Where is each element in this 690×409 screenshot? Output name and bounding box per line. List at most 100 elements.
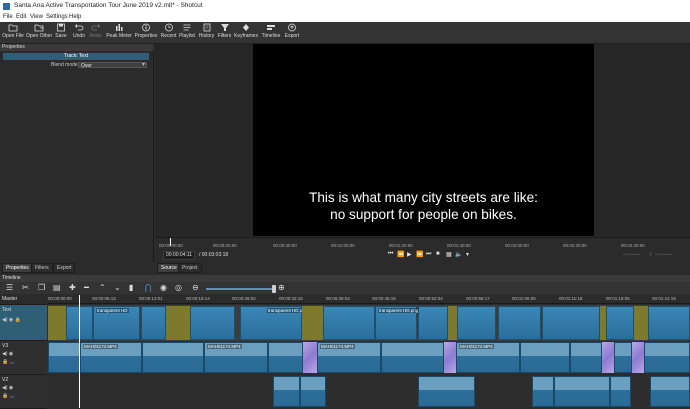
menu-help[interactable]: Help — [69, 14, 81, 20]
undo-button[interactable]: Undo — [71, 23, 87, 42]
blend-mode-select[interactable]: Over — [78, 62, 147, 69]
lift-icon[interactable]: ⌃ — [99, 283, 106, 293]
open-file-button[interactable]: Open File — [2, 23, 24, 42]
keyframes-button[interactable]: Keyframes — [234, 23, 258, 42]
text-clip[interactable]: transparent HD.png — [375, 306, 420, 340]
video-clip[interactable] — [142, 342, 204, 373]
transition[interactable] — [632, 342, 644, 373]
track-lock-icon[interactable]: 🔒 ◡ — [2, 359, 14, 365]
video-clip[interactable] — [532, 376, 554, 407]
menu-file[interactable]: File — [3, 14, 13, 20]
timeline-ruler[interactable]: 00:00:00:00 00:00:06:13 00:00:13:01 00:0… — [48, 295, 690, 304]
append-icon[interactable]: ✚ — [69, 283, 76, 293]
tab-export[interactable]: Export — [53, 263, 76, 273]
menu-view[interactable]: View — [30, 14, 43, 20]
track-mute-hide-lock-icons[interactable]: ◀) ◉ 🔒 — [2, 317, 21, 323]
ruler-tick: 00:00:32:15 — [279, 296, 303, 301]
playlist-button[interactable]: Playlist — [178, 23, 196, 42]
v3-track-header[interactable]: V3 ◀) ◉ 🔒 ◡ — [0, 341, 47, 375]
text-clip[interactable] — [190, 306, 235, 340]
video-clip[interactable] — [300, 376, 326, 407]
text-clip[interactable] — [648, 306, 690, 340]
track-mute-hide-lock-icons[interactable]: ◀) ◉ — [2, 351, 13, 357]
text-clip[interactable] — [606, 306, 634, 340]
history-button[interactable]: History — [198, 23, 215, 42]
tab-filters[interactable]: Filters — [31, 263, 53, 273]
video-clip[interactable] — [554, 376, 610, 407]
transition[interactable] — [303, 342, 317, 373]
zoom-out-icon[interactable]: ⊖ — [192, 283, 199, 293]
export-button[interactable]: Export — [284, 23, 300, 42]
video-clip[interactable]: MAH01174.MP4 — [204, 342, 268, 373]
text-clip[interactable]: transparent HD.png — [240, 306, 309, 340]
play-icon[interactable]: ▶ — [407, 251, 412, 258]
fast-forward-icon[interactable]: ⏩ — [416, 251, 423, 258]
video-clip[interactable]: MAH01174.MP4 — [456, 342, 520, 373]
tab-project[interactable]: Project — [178, 263, 202, 273]
track-mute-hide-lock-icons[interactable]: ◀) ◉ — [2, 385, 13, 391]
text-track-header[interactable]: Text ◀) ◉ 🔒 — [0, 305, 47, 341]
player-playhead[interactable] — [170, 238, 171, 246]
transition[interactable] — [444, 342, 456, 373]
filters-button[interactable]: Filters — [217, 23, 232, 42]
save-button[interactable]: Save — [53, 23, 69, 42]
text-clip[interactable] — [418, 306, 448, 340]
paste-icon[interactable]: ▤ — [53, 283, 61, 293]
text-clip[interactable]: transparent HD — [93, 306, 140, 340]
video-clip[interactable] — [570, 342, 602, 373]
video-clip[interactable] — [650, 376, 690, 407]
skip-previous-icon[interactable]: ⏮ — [388, 251, 393, 258]
timeline-playhead[interactable] — [79, 295, 80, 408]
text-clip[interactable] — [457, 306, 496, 340]
redo-icon — [91, 24, 100, 31]
text-clip[interactable] — [498, 306, 541, 340]
track-lock-icon[interactable]: 🔒 ◡ — [2, 393, 14, 399]
video-clip[interactable]: MAH01174.MP4 — [317, 342, 381, 373]
video-clip[interactable] — [273, 376, 300, 407]
zoom-dropdown-icon[interactable]: ▾ — [466, 251, 469, 258]
v2-track-header[interactable]: V2 ◀) ◉ 🔒 ◡ — [0, 375, 47, 409]
text-clip[interactable] — [141, 306, 166, 340]
remove-icon[interactable]: ━ — [84, 283, 89, 293]
stop-icon[interactable]: ■ — [436, 251, 440, 257]
recent-button[interactable]: Recent — [160, 23, 177, 42]
tab-properties[interactable]: Properties — [2, 263, 33, 273]
video-clip[interactable] — [644, 342, 690, 373]
video-clip[interactable] — [268, 342, 303, 373]
scrub-icon[interactable]: ◉ — [160, 283, 167, 293]
video-clip[interactable] — [610, 376, 631, 407]
video-clip[interactable] — [520, 342, 570, 373]
menu-edit[interactable]: Edit — [16, 14, 26, 20]
redo-button[interactable]: Redo — [88, 23, 103, 42]
copy-icon[interactable]: ❐ — [38, 283, 45, 293]
video-clip[interactable] — [418, 376, 475, 407]
video-clip[interactable] — [614, 342, 632, 373]
split-icon[interactable]: ▮ — [129, 283, 133, 293]
grid-icon[interactable]: ▦ — [446, 251, 452, 258]
timeline-menu-icon[interactable]: ☰ — [6, 283, 13, 293]
text-clip[interactable] — [542, 306, 600, 340]
open-other-button[interactable]: Open Other — [26, 23, 52, 42]
zoom-in-icon[interactable]: ⊕ — [278, 283, 285, 293]
text-clip[interactable] — [323, 306, 375, 340]
transition[interactable] — [602, 342, 614, 373]
video-clip[interactable] — [381, 342, 444, 373]
volume-icon[interactable]: 🔈 — [455, 251, 462, 258]
zoom-slider-handle[interactable] — [272, 285, 276, 293]
cut-icon[interactable]: ✂ — [22, 283, 29, 293]
menu-settings[interactable]: Settings — [46, 14, 68, 20]
snap-icon[interactable]: ⋂ — [145, 283, 152, 293]
peak-meter-button[interactable]: Peak Meter — [106, 23, 132, 42]
zoom-slider[interactable] — [206, 288, 272, 290]
skip-next-icon[interactable]: ⏭ — [426, 251, 431, 258]
ruler-tick: 00:00:00:00 — [48, 296, 72, 301]
rewind-icon[interactable]: ⏪ — [397, 251, 404, 258]
video-clip[interactable]: MAH01174.MP4 — [80, 342, 142, 373]
master-track-header[interactable]: Master — [0, 295, 47, 305]
ripple-icon[interactable]: ◎ — [175, 283, 182, 293]
overwrite-icon[interactable]: ⌄ — [114, 283, 121, 293]
current-timecode[interactable]: 00:00:04:11 — [163, 251, 196, 260]
video-clip[interactable] — [48, 342, 80, 373]
timeline-button[interactable]: Timeline — [260, 23, 282, 42]
properties-button[interactable]: Properties — [134, 23, 158, 42]
